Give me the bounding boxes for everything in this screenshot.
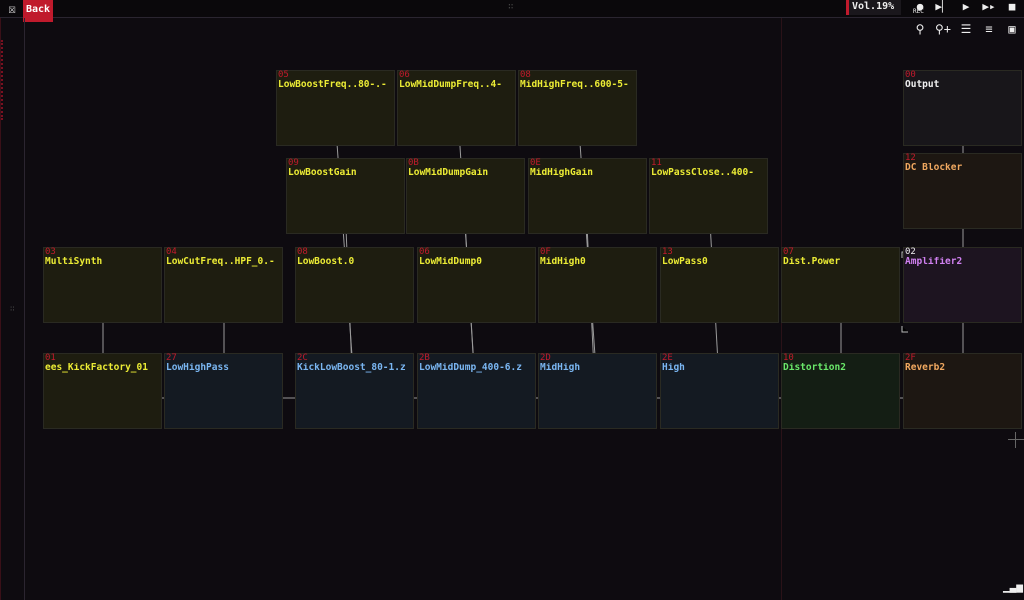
module-name: LowPass0	[662, 257, 708, 267]
module[interactable]: 2E High	[660, 353, 779, 429]
module[interactable]: 00 Output	[903, 70, 1022, 146]
module-number: 03	[45, 247, 56, 257]
module-number: 2B	[419, 353, 430, 363]
module[interactable]: 13 LowPass0	[660, 247, 779, 323]
crosshair-cursor-icon	[1008, 432, 1024, 448]
selection-corner	[901, 326, 908, 333]
module-name: MidHigh	[540, 363, 581, 373]
module-number: 12	[905, 153, 916, 163]
module[interactable]: 11 LowPassClose..400-	[649, 158, 768, 234]
module[interactable]: 05 LowBoostFreq..80-.-	[276, 70, 395, 146]
module-number: 0F	[540, 247, 551, 257]
module-name: MultiSynth	[45, 257, 103, 267]
module-number: 0E	[530, 158, 541, 168]
module-name: Output	[905, 80, 940, 90]
module-name: LowMidDumpFreq..4-	[399, 80, 502, 90]
module-name: KickLowBoost_80-1.z	[297, 363, 406, 373]
module-name: MidHigh0	[540, 257, 586, 267]
module-name: High	[662, 363, 685, 373]
module[interactable]: 07 Dist.Power	[781, 247, 900, 323]
module-name: LowBoostFreq..80-.-	[278, 80, 387, 90]
module[interactable]: 2D MidHigh	[538, 353, 657, 429]
module[interactable]: 10 Distortion2	[781, 353, 900, 429]
module[interactable]: 0E MidHighGain	[528, 158, 647, 234]
module[interactable]: 02 Amplifier2	[903, 247, 1022, 323]
module-number: 08	[297, 247, 308, 257]
module-name: LowMidDumpGain	[408, 168, 489, 178]
module[interactable]: 09 LowBoostGain	[286, 158, 405, 234]
module-name: Amplifier2	[905, 257, 963, 267]
module-number: 11	[651, 158, 662, 168]
module[interactable]: 27 LowHighPass	[164, 353, 283, 429]
stats-icon[interactable]: ▁▃▅	[1003, 580, 1023, 596]
module-number: 06	[419, 247, 430, 257]
module-name: Distortion2	[783, 363, 846, 373]
module-number: 2E	[662, 353, 673, 363]
module[interactable]: 2C KickLowBoost_80-1.z	[295, 353, 414, 429]
module-number: 02	[905, 247, 916, 257]
module-name: LowHighPass	[166, 363, 229, 373]
module-number: 27	[166, 353, 177, 363]
module-name: LowCutFreq..HPF_0.-	[166, 257, 275, 267]
module[interactable]: 08 MidHighFreq..600-5-	[518, 70, 637, 146]
module-number: 2D	[540, 353, 551, 363]
module-name: LowPassClose..400-	[651, 168, 754, 178]
module-name: Reverb2	[905, 363, 946, 373]
module[interactable]: 08 LowBoost.0	[295, 247, 414, 323]
module-number: 2F	[905, 353, 916, 363]
module[interactable]: 0F MidHigh0	[538, 247, 657, 323]
module-number: 00	[905, 70, 916, 80]
module[interactable]: 01 ees_KickFactory_01	[43, 353, 162, 429]
module-name: LowMidDump0	[419, 257, 482, 267]
module[interactable]: 0B LowMidDumpGain	[406, 158, 525, 234]
module-number: 01	[45, 353, 56, 363]
module-number: 04	[166, 247, 177, 257]
module-name: DC Blocker	[905, 163, 963, 173]
module-name: ees_KickFactory_01	[45, 363, 148, 373]
module-number: 05	[278, 70, 289, 80]
module[interactable]: 2F Reverb2	[903, 353, 1022, 429]
module-name: LowBoostGain	[288, 168, 357, 178]
module[interactable]: 06 LowMidDumpFreq..4-	[397, 70, 516, 146]
module-number: 2C	[297, 353, 308, 363]
module[interactable]: 12 DC Blocker	[903, 153, 1022, 229]
module-number: 09	[288, 158, 299, 168]
module-number: 13	[662, 247, 673, 257]
module-number: 06	[399, 70, 410, 80]
module[interactable]: 03 MultiSynth	[43, 247, 162, 323]
module[interactable]: 04 LowCutFreq..HPF_0.-	[164, 247, 283, 323]
module-number: 0B	[408, 158, 419, 168]
module[interactable]: 2B LowMidDump_400-6.z	[417, 353, 536, 429]
module[interactable]: 06 LowMidDump0	[417, 247, 536, 323]
module-name: LowMidDump_400-6.z	[419, 363, 522, 373]
module-number: 08	[520, 70, 531, 80]
module-number: 10	[783, 353, 794, 363]
module-name: MidHighGain	[530, 168, 593, 178]
module-name: LowBoost.0	[297, 257, 355, 267]
module-name: MidHighFreq..600-5-	[520, 80, 629, 90]
module-name: Dist.Power	[783, 257, 841, 267]
module-number: 07	[783, 247, 794, 257]
